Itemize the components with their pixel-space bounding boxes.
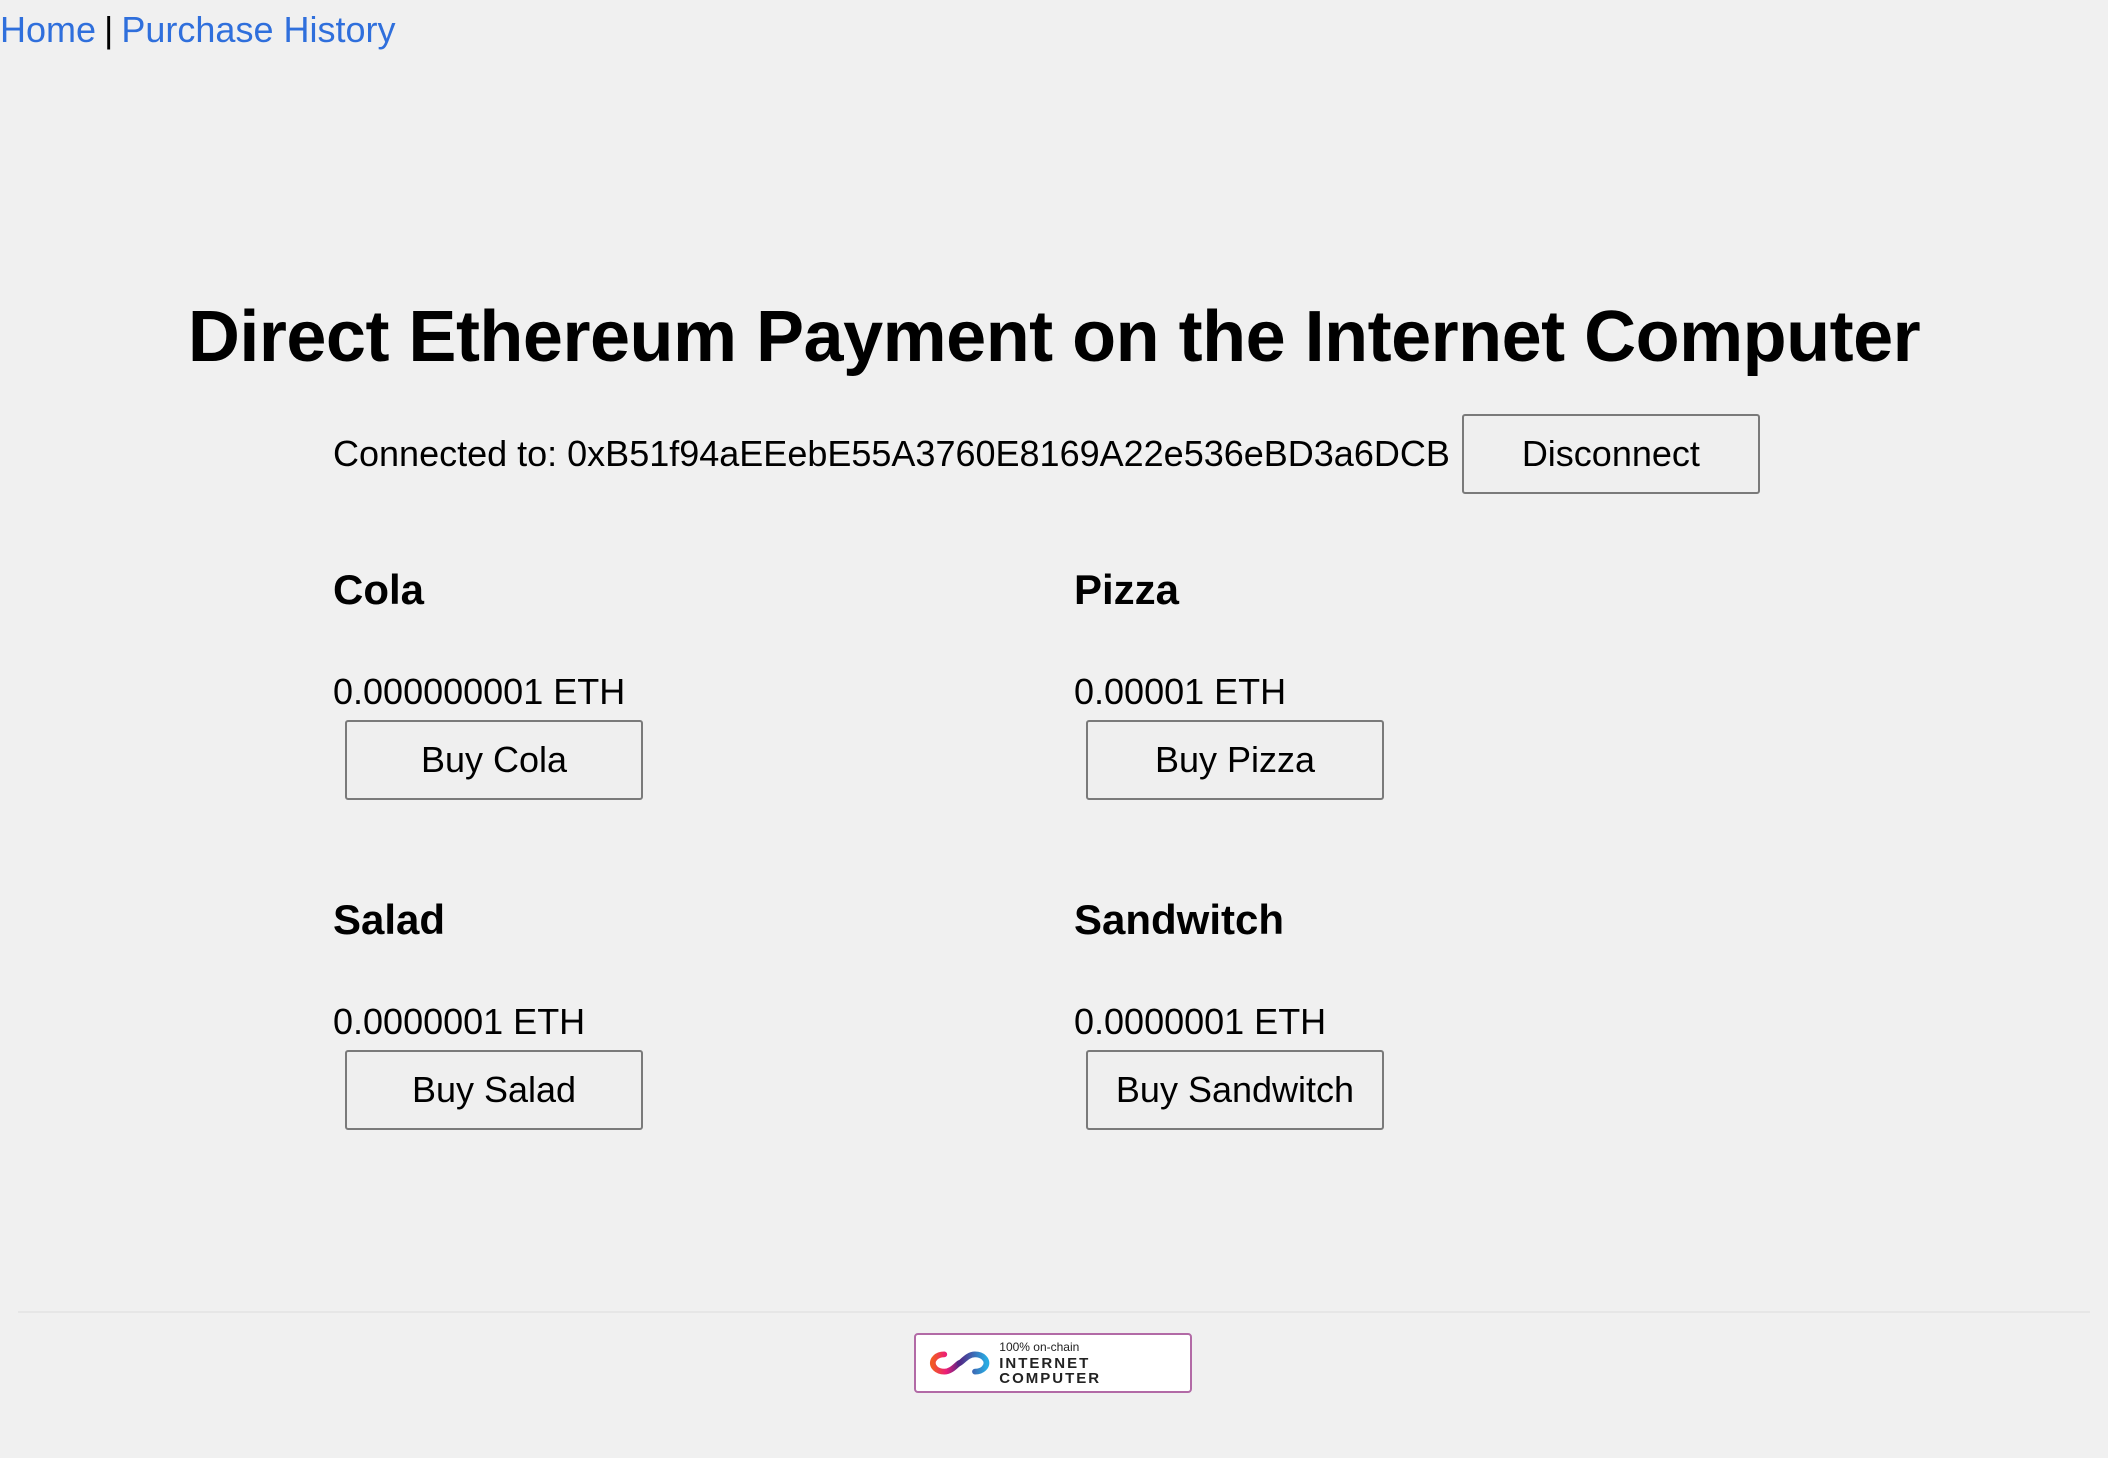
product-price: 0.0000001 ETH — [333, 1001, 586, 1042]
top-nav: Home | Purchase History — [0, 6, 396, 54]
buy-salad-button[interactable]: Buy Salad — [345, 1050, 643, 1130]
home-link[interactable]: Home — [0, 9, 96, 50]
product-card-cola: Cola 0.000000001 ETH Buy Cola — [333, 564, 643, 800]
nav-separator: | — [104, 9, 114, 50]
buy-pizza-button[interactable]: Buy Pizza — [1086, 720, 1384, 800]
product-price: 0.000000001 ETH — [333, 671, 626, 712]
product-name: Salad — [333, 896, 446, 943]
page: Home | Purchase History Direct Ethereum Pa… — [0, 0, 2108, 1458]
purchase-history-link[interactable]: Purchase History — [121, 9, 395, 50]
internet-computer-badge[interactable]: 100% on-chain INTERNET COMPUTER — [914, 1333, 1192, 1393]
product-name: Sandwitch — [1074, 896, 1285, 943]
buy-cola-button[interactable]: Buy Cola — [345, 720, 643, 800]
product-price: 0.00001 ETH — [1074, 671, 1287, 712]
page-title: Direct Ethereum Payment on the Internet … — [187, 297, 1921, 377]
infinity-icon — [929, 1351, 990, 1375]
buy-sandwitch-button[interactable]: Buy Sandwitch — [1086, 1050, 1384, 1130]
product-name: Pizza — [1074, 566, 1180, 613]
badge-text: 100% on-chain INTERNET COMPUTER — [999, 1341, 1190, 1386]
product-card-salad: Salad 0.0000001 ETH Buy Salad — [333, 894, 643, 1130]
product-card-sandwitch: Sandwitch 0.0000001 ETH Buy Sandwitch — [1074, 894, 1384, 1130]
badge-subtitle: 100% on-chain — [999, 1339, 1080, 1354]
footer-divider — [18, 1311, 2090, 1313]
badge-title: INTERNET COMPUTER — [999, 1354, 1102, 1387]
product-price: 0.0000001 ETH — [1074, 1001, 1327, 1042]
disconnect-button[interactable]: Disconnect — [1461, 414, 1760, 494]
connected-label: Connected to: — [333, 433, 558, 474]
wallet-address: 0xB51f94aEEebE55A3760E8169A22e536eBD3a6D… — [567, 433, 1450, 474]
product-card-pizza: Pizza 0.00001 ETH Buy Pizza — [1074, 564, 1384, 800]
wallet-status: Connected to: 0xB51f94aEEebE55A3760E8169… — [333, 414, 1760, 494]
product-name: Cola — [333, 566, 425, 613]
